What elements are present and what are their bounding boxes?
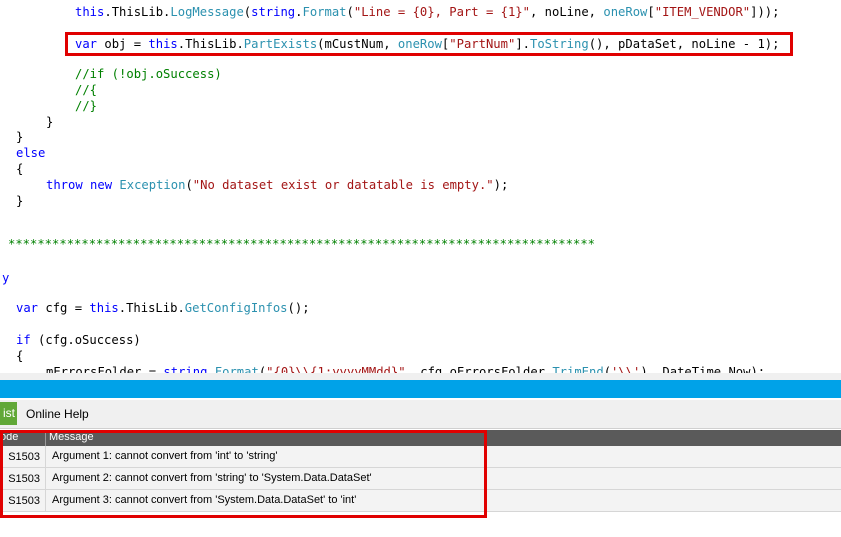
code-line-brace[interactable]: }	[16, 193, 23, 209]
tab-online-help[interactable]: Online Help	[26, 407, 89, 421]
code-line-comment-if[interactable]: //if (!obj.oSuccess)	[75, 66, 222, 82]
code-line-format[interactable]: mErrorsFolder = string.Format ( "{0}\\{1:y…	[46, 364, 765, 373]
code-token: .	[295, 5, 303, 19]
code-line-brace[interactable]: }	[46, 114, 53, 130]
code-token: ), DateTime.Now);	[640, 365, 766, 373]
code-token: "Line = {0}, Part = {1}"	[353, 5, 530, 19]
code-token: (	[603, 365, 612, 373]
code-token: .ThisLib.	[118, 301, 185, 315]
code-token: (mCustNum,	[317, 37, 398, 51]
code-token: "PartNum"	[449, 37, 516, 51]
code-token: TrimEnd	[552, 365, 604, 373]
code-token: oneRow	[397, 37, 442, 51]
code-token: Exception	[119, 178, 186, 192]
code-token: {	[16, 162, 24, 176]
code-line-getconfig[interactable]: var cfg = this.ThisLib.GetConfigInfos();	[16, 300, 310, 316]
code-token: "ITEM_VENDOR"	[654, 5, 751, 19]
code-token: //}	[75, 99, 98, 113]
code-token: cfg =	[38, 301, 90, 315]
code-token: );	[493, 178, 509, 192]
code-token: "No dataset exist or datatable is empty.…	[192, 178, 494, 192]
code-token: //{	[75, 83, 98, 97]
code-token: '\\'	[611, 365, 641, 373]
code-token: PartExists	[243, 37, 318, 51]
code-token: mErrorsFolder =	[46, 365, 164, 373]
code-token: {	[16, 349, 24, 363]
code-token: ].	[515, 37, 530, 51]
code-token: string	[251, 5, 296, 19]
code-line-else[interactable]: else	[16, 145, 45, 161]
code-token: (), pDataSet, noLine - 1);	[588, 37, 780, 51]
code-line-if[interactable]: if (cfg.oSuccess)	[16, 332, 141, 348]
code-token: LogMessage	[170, 5, 244, 19]
tab-error-list[interactable]: ist	[0, 402, 17, 425]
code-token: Format	[214, 365, 259, 373]
code-line-logmessage[interactable]: this.ThisLib.LogMessage(string.Format("L…	[75, 4, 779, 20]
code-token: .ThisLib.	[177, 37, 244, 51]
code-token: "{0}\\{1:yyyyMMdd}"	[266, 365, 406, 373]
code-token: y	[2, 271, 10, 285]
code-token: (	[185, 178, 193, 192]
code-line-throw[interactable]: throw new Exception("No dataset exist or…	[46, 177, 508, 193]
tool-window-title-bar	[0, 380, 841, 398]
code-token: this	[89, 301, 119, 315]
code-token: obj =	[97, 37, 149, 51]
code-token: ();	[287, 301, 310, 315]
code-editor[interactable]: this.ThisLib.LogMessage(string.Format("L…	[0, 0, 841, 373]
code-token: ****************************************…	[8, 237, 595, 251]
code-token: Format	[302, 5, 347, 19]
code-token: oneRow	[603, 5, 648, 19]
code-token: }	[16, 130, 24, 144]
code-token: new	[90, 178, 113, 192]
code-token: this	[148, 37, 178, 51]
code-token: if	[16, 333, 31, 347]
code-token: .ThisLib.	[104, 5, 171, 19]
tool-window-tabs: ist Online Help	[0, 400, 841, 429]
panel-splitter[interactable]	[0, 373, 841, 380]
code-token: this	[75, 5, 105, 19]
code-line-comment-open[interactable]: //{	[75, 82, 97, 98]
code-token: (	[346, 5, 354, 19]
code-line-fragment[interactable]: y	[2, 270, 9, 286]
code-line-comment-stars[interactable]: ****************************************…	[8, 236, 595, 252]
code-token: ]));	[750, 5, 780, 19]
code-token: else	[16, 146, 46, 160]
code-token: GetConfigInfos	[184, 301, 288, 315]
code-line-comment-close[interactable]: //}	[75, 98, 97, 114]
code-token: throw	[46, 178, 83, 192]
code-line-brace[interactable]: }	[16, 129, 23, 145]
code-token: , noLine,	[529, 5, 604, 19]
highlight-box-error-rows	[0, 430, 487, 518]
code-token: //if (!obj.oSuccess)	[75, 67, 222, 81]
code-token: }	[16, 194, 24, 208]
code-token: .	[207, 365, 215, 373]
code-token: }	[46, 115, 54, 129]
code-token: ToString	[530, 37, 589, 51]
code-token: var	[75, 37, 98, 51]
code-token: var	[16, 301, 39, 315]
code-token: , cfg.oErrorsFolder.	[405, 365, 553, 373]
code-line-brace[interactable]: {	[16, 161, 23, 177]
code-token: (cfg.oSuccess)	[30, 333, 141, 347]
code-line-brace[interactable]: {	[16, 348, 23, 364]
code-token: string	[163, 365, 208, 373]
code-line-partexists[interactable]: var obj = this.ThisLib.PartExists(mCustN…	[75, 36, 779, 52]
code-token: [	[647, 5, 655, 19]
